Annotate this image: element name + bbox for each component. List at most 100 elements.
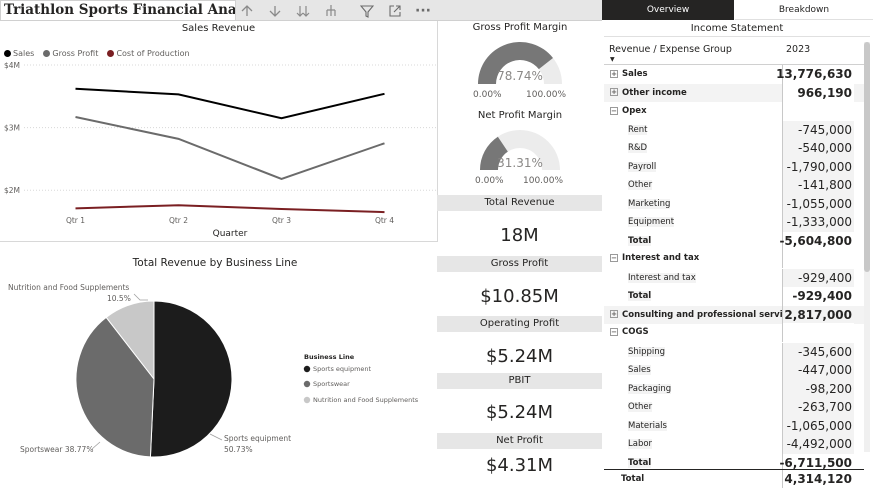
pie-label-equipment: Sports equipment [224,434,291,443]
matrix-row-other-opex: Other -141,800 [604,176,870,195]
row-label: Interest and tax [622,253,700,264]
kpi-net-profit-value: $4.31M [485,455,554,476]
matrix-row-equipment: Equipment -1,333,000 [604,213,870,232]
expand-icon[interactable]: + [610,69,618,78]
hierarchy-icon[interactable] [320,0,342,21]
net-margin-min: 0.00% [475,176,504,186]
row-label: Other [628,402,653,413]
row-label: Payroll [628,161,657,172]
matrix-row-payroll: Payroll -1,790,000 [604,157,870,176]
revenue-pie-chart: Nutrition and Food Supplements 10.5% Spo… [8,283,419,458]
net-margin-value: 31.31% [497,156,543,170]
matrix-row-interest-tax-item: Interest and tax -929,400 [604,268,870,287]
legend-dot-icon [303,396,311,404]
matrix-row-cogs: − COGS [604,323,870,342]
row-value: -447,000 [782,361,854,380]
matrix-row-cogs-other: Other -263,700 [604,398,870,417]
arrow-down-icon[interactable] [264,0,286,21]
kpi-operating-profit-value: $5.24M [485,346,554,367]
pie-legend-item-equipment[interactable]: Sports equipment [313,365,372,373]
net-margin-max: 100.00% [523,176,564,186]
row-value: -263,700 [782,398,854,417]
row-label: Equipment [628,217,675,228]
row-value: -540,000 [782,139,854,158]
sales-line-plot: $4M $3M $2M Qtr 1 Qtr 2 Qtr 3 Qtr 4 Quarter [4,61,436,239]
column-header-group[interactable]: Revenue / Expense Group [609,44,732,55]
series-line-sales[interactable] [75,87,385,120]
tab-breakdown[interactable]: Breakdown [735,0,873,20]
page-title: Triathlon Sports Financial Analysis [0,0,236,21]
collapse-icon[interactable]: − [610,327,618,336]
row-label: Materials [628,420,667,431]
pie-label-sportswear: Sportswear 38.77% [20,445,93,454]
row-label: Total [621,473,645,484]
expand-icon[interactable]: + [610,88,618,97]
legend-dot-icon [303,380,311,388]
column-header-year[interactable]: 2023 [786,44,810,55]
more-options-icon[interactable]: ··· [412,0,434,21]
matrix-row-labor: Labor -4,492,000 [604,435,870,454]
legend-dot-icon [303,365,311,373]
kpi-pbit-label: PBIT [437,373,602,389]
row-label: Total [628,235,652,246]
income-statement-title: Income Statement [604,21,870,37]
row-label: Total [628,457,652,468]
matrix-row-other-income: + Other income 966,190 [604,83,870,102]
row-label: Interest and tax [628,272,696,283]
row-label: Labor [628,439,653,450]
row-value [782,102,854,121]
row-label: Opex [622,106,647,117]
row-value: -98,200 [782,379,854,398]
y-tick-label: $4M [4,61,20,70]
series-line-cost-of-production[interactable] [75,204,385,214]
kpi-operating-profit-label: Operating Profit [437,316,602,332]
row-value [782,249,854,268]
matrix-row-sales: + Sales 13,776,630 [604,65,870,84]
filter-icon[interactable] [356,0,378,21]
arrow-up-icon[interactable] [236,0,258,21]
matrix-row-rnd: R&D -540,000 [604,139,870,158]
focus-mode-icon[interactable] [384,0,406,21]
matrix-row-grand-total: Total 4,314,120 [604,469,870,488]
series-line-gross-profit[interactable] [75,115,385,181]
row-label: Marketing [628,198,671,209]
row-value: 4,314,120 [782,469,854,488]
kpi-net-profit-label: Net Profit [437,433,602,449]
row-label: Consulting and professional services [622,309,782,320]
row-label: Sales [622,69,648,80]
expand-icon[interactable]: + [610,310,618,319]
row-value: 2,817,000 [782,305,854,324]
sort-descending-icon[interactable]: ▼ [610,56,615,63]
row-value: -1,333,000 [782,213,854,232]
row-value: -1,055,000 [782,194,854,213]
row-value: 13,776,630 [776,65,854,84]
kpi-gross-profit-label: Gross Profit [437,256,602,272]
row-value: -929,400 [782,268,854,287]
row-label: Shipping [628,346,666,357]
double-arrow-down-icon[interactable] [292,0,314,21]
matrix-row-rent: Rent -745,000 [604,120,870,139]
pie-legend-title: Business Line [304,353,355,361]
row-value: -5,604,800 [779,231,854,250]
row-value: -4,492,000 [782,435,854,454]
row-value: -929,400 [782,287,854,306]
x-tick-label: Qtr 2 [169,216,188,225]
collapse-icon[interactable]: − [610,106,618,115]
matrix-row-packaging: Packaging -98,200 [604,379,870,398]
gross-margin-max: 100.00% [526,90,567,100]
matrix-row-shipping: Shipping -345,600 [604,342,870,361]
matrix-scroll-thumb[interactable] [864,42,870,272]
kpi-pbit-value: $5.24M [485,402,554,423]
row-label: Other [628,180,653,191]
pie-legend-item-nutrition[interactable]: Nutrition and Food Supplements [313,396,419,404]
pie-slice-sports-equipment[interactable] [149,300,233,458]
pie-legend-item-sportswear[interactable]: Sportswear [313,380,350,388]
tab-overview[interactable]: Overview [602,0,734,20]
pie-label-nutrition-pct: 10.5% [107,294,131,303]
x-tick-label: Qtr 3 [272,216,291,225]
row-label: Sales [628,365,651,376]
y-tick-label: $2M [4,186,20,195]
row-value: -1,065,000 [782,416,854,435]
pie-label-nutrition: Nutrition and Food Supplements [8,283,129,292]
collapse-icon[interactable]: − [610,253,618,262]
